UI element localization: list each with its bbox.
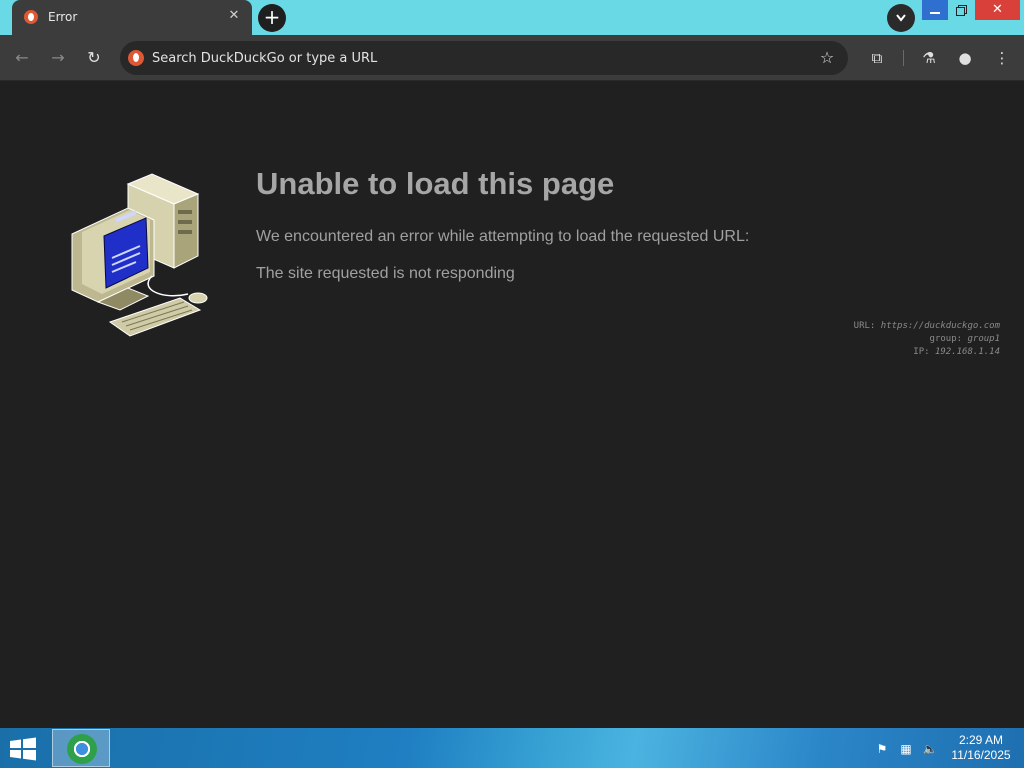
flask-icon: ⚗ xyxy=(922,49,936,67)
reload-button[interactable]: ↻ xyxy=(83,47,105,69)
windows-logo-icon xyxy=(10,737,36,761)
toolbar-separator xyxy=(903,50,904,66)
error-details: URL: https://duckduckgo.com group: group… xyxy=(854,320,1000,359)
network-icon[interactable]: ▦ xyxy=(898,741,914,757)
new-tab-button[interactable]: + xyxy=(258,4,286,32)
taskbar: ⚑ ▦ 🔈 2:29 AM 11/16/2025 xyxy=(0,728,1024,768)
flag-icon[interactable]: ⚑ xyxy=(874,741,890,757)
clock-time: 2:29 AM xyxy=(958,733,1004,747)
detail-ip: IP: 192.168.1.14 xyxy=(913,347,1000,357)
error-reason: The site requested is not responding xyxy=(256,265,515,282)
restore-button[interactable] xyxy=(948,0,975,20)
clock-date: 11/16/2025 xyxy=(951,748,1011,762)
profile-button[interactable]: ● xyxy=(954,47,976,69)
taskbar-browser-button[interactable] xyxy=(52,729,110,767)
computer-illustration xyxy=(71,173,208,337)
close-icon[interactable]: ✕ xyxy=(226,8,242,24)
puzzle-icon: ⧉ xyxy=(871,49,883,67)
address-input[interactable] xyxy=(152,41,792,75)
tab-search-button[interactable] xyxy=(887,4,915,32)
forward-button[interactable]: → xyxy=(47,47,69,69)
tab-title: Error xyxy=(48,10,78,24)
back-button[interactable]: ← xyxy=(11,47,33,69)
star-icon[interactable]: ☆ xyxy=(818,49,836,67)
start-button[interactable] xyxy=(8,737,38,761)
chrome-logo-icon xyxy=(67,734,97,764)
detail-url: URL: https://duckduckgo.com xyxy=(853,321,1000,331)
labs-button[interactable]: ⚗ xyxy=(918,47,940,69)
browser-toolbar: ← → ↻ ☆ ⧉ ⚗ ● ⋮ xyxy=(0,35,1024,81)
forward-arrow-icon: → xyxy=(51,48,65,67)
clock[interactable]: 2:29 AM 11/16/2025 xyxy=(946,733,1016,763)
title-bar: Error ✕ + ✕ xyxy=(0,0,1024,35)
error-page: Unable to load this page We encountered … xyxy=(0,82,1024,728)
page-title: Unable to load this page xyxy=(256,166,615,201)
chevron-down-icon xyxy=(896,14,906,22)
extensions-button[interactable]: ⧉ xyxy=(866,47,888,69)
error-message: We encountered an error while attempting… xyxy=(256,228,750,245)
tab-error[interactable]: Error ✕ xyxy=(12,0,252,35)
plus-icon: + xyxy=(263,5,281,29)
back-arrow-icon: ← xyxy=(15,48,29,67)
minimize-button[interactable] xyxy=(922,0,948,20)
duckduckgo-icon xyxy=(24,10,38,24)
duckduckgo-icon xyxy=(128,50,144,66)
omnibox[interactable]: ☆ xyxy=(120,41,848,75)
menu-button[interactable]: ⋮ xyxy=(991,47,1013,69)
person-icon: ● xyxy=(958,49,972,67)
window-close-button[interactable]: ✕ xyxy=(975,0,1020,20)
kebab-menu-icon: ⋮ xyxy=(994,49,1010,67)
volume-muted-icon[interactable]: 🔈 xyxy=(922,741,938,757)
detail-group: group: group1 xyxy=(929,334,1000,344)
reload-icon: ↻ xyxy=(87,48,101,67)
